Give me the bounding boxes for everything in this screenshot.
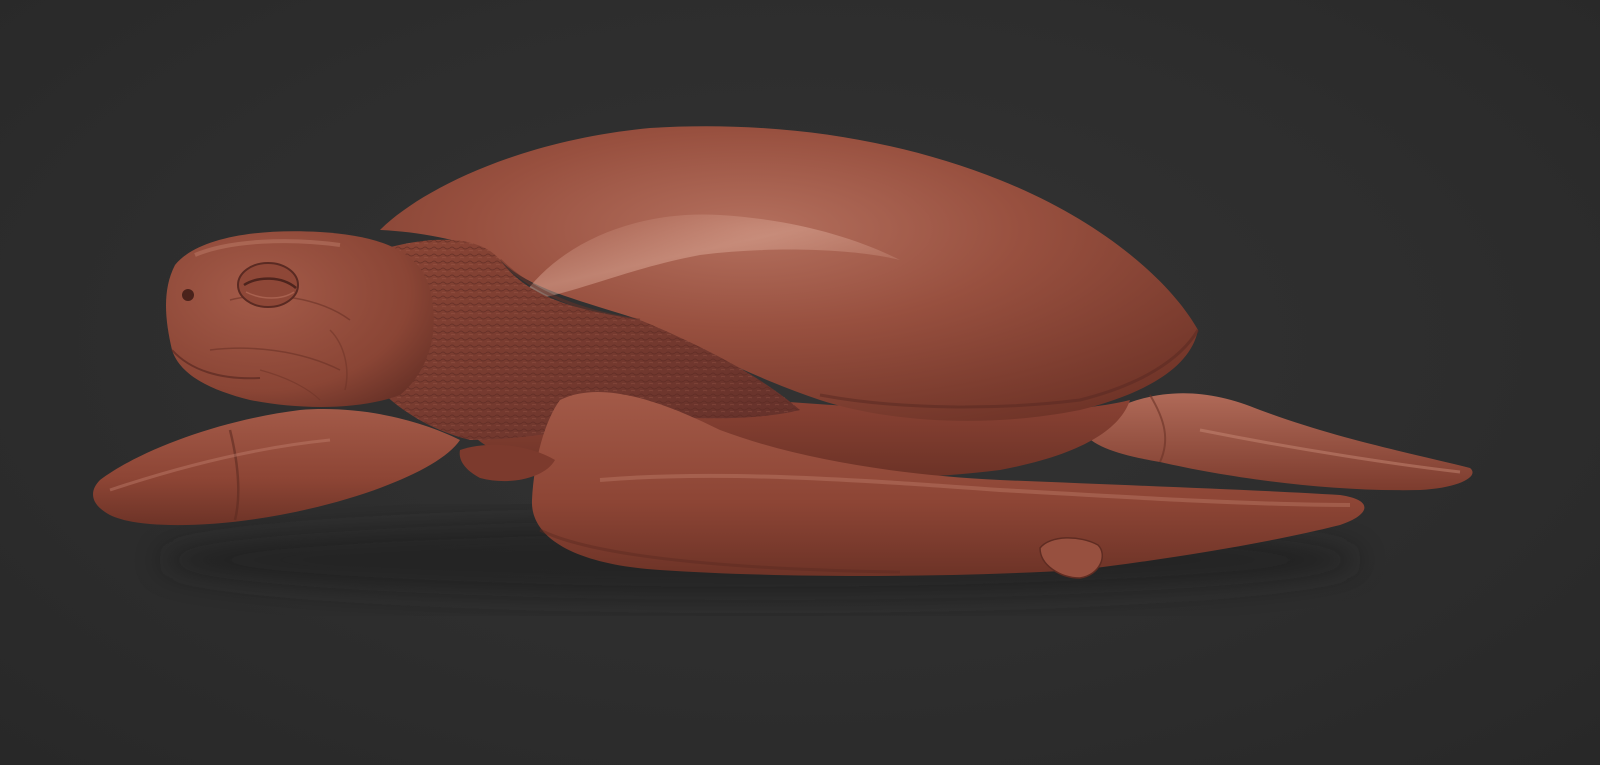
head bbox=[166, 231, 434, 407]
rear-flipper bbox=[1080, 393, 1473, 491]
left-front-flipper bbox=[93, 409, 461, 526]
turtle-eye bbox=[237, 262, 299, 308]
3d-viewport[interactable] bbox=[0, 0, 1600, 765]
turtle-nostril bbox=[182, 289, 194, 301]
turtle-sculpt-render bbox=[93, 126, 1473, 600]
